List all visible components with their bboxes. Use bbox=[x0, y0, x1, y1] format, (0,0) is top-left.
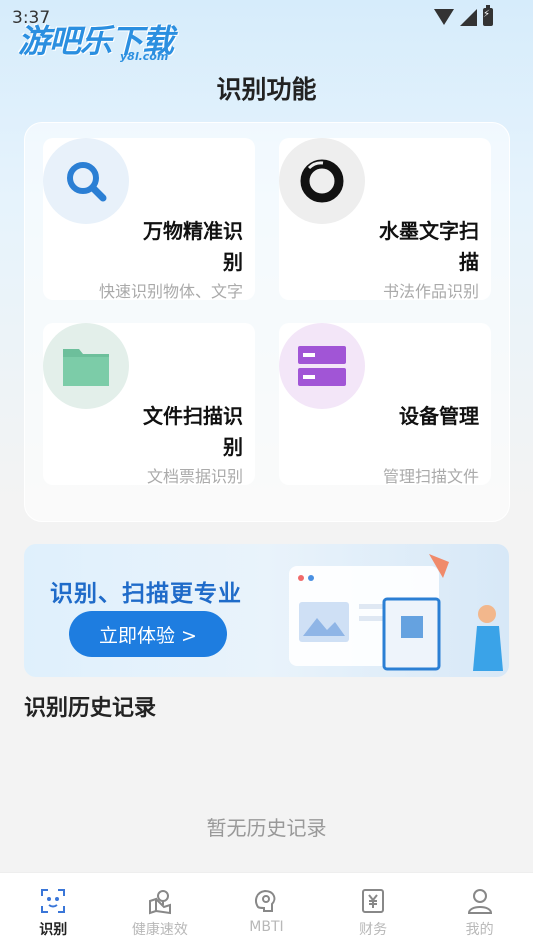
watermark-logo-domain: y8l.com bbox=[120, 50, 169, 63]
location-pin-icon bbox=[146, 887, 174, 915]
nav-label: 健康速效 bbox=[131, 922, 188, 938]
nav-item-health[interactable]: 健康速效 bbox=[107, 873, 214, 948]
feature-card-title: 设备管理 bbox=[399, 404, 479, 428]
feature-card-title: 文件扫描识别 bbox=[143, 404, 243, 459]
bottom-nav: 识别 健康速效 MBTI 财务 我的 bbox=[0, 872, 533, 948]
feature-card-object-recognition[interactable]: 万物精准识别 快速识别物体、文字 bbox=[43, 138, 255, 300]
folder-icon bbox=[43, 323, 129, 409]
person-icon bbox=[466, 887, 494, 915]
scan-face-icon bbox=[39, 887, 67, 915]
brain-icon bbox=[252, 887, 280, 915]
feature-card-device-management[interactable]: 设备管理 管理扫描文件 bbox=[279, 323, 491, 485]
search-icon bbox=[43, 138, 129, 224]
try-now-button[interactable]: 立即体验 > bbox=[69, 611, 227, 657]
feature-card-title: 万物精准识别 bbox=[143, 219, 243, 274]
banner-headline: 识别、扫描更专业 bbox=[50, 581, 242, 607]
nav-label: 识别 bbox=[39, 922, 68, 938]
ink-circle-icon bbox=[279, 138, 365, 224]
nav-item-recognize[interactable]: 识别 bbox=[0, 873, 107, 948]
history-empty-message: 暂无历史记录 bbox=[206, 816, 327, 840]
wifi-icon bbox=[434, 9, 454, 25]
feature-card-document-scan[interactable]: 文件扫描识别 文档票据识别 bbox=[43, 323, 255, 485]
feature-card-title: 水墨文字扫描 bbox=[379, 219, 479, 274]
banner-illustration bbox=[289, 554, 503, 671]
nav-item-mbti[interactable]: MBTI bbox=[213, 873, 320, 948]
feature-card-subtitle: 书法作品识别 bbox=[382, 282, 479, 300]
status-icons bbox=[434, 5, 493, 26]
feature-card-subtitle: 管理扫描文件 bbox=[382, 467, 479, 485]
feature-card-subtitle: 文档票据识别 bbox=[146, 467, 243, 485]
battery-icon bbox=[483, 5, 493, 26]
nav-label: MBTI bbox=[249, 919, 284, 935]
yen-receipt-icon bbox=[359, 887, 387, 915]
nav-item-finance[interactable]: 财务 bbox=[320, 873, 427, 948]
device-list-icon bbox=[279, 323, 365, 409]
feature-card-ink-scan[interactable]: 水墨文字扫描 书法作品识别 bbox=[279, 138, 491, 300]
page-title: 识别功能 bbox=[216, 75, 317, 104]
nav-item-profile[interactable]: 我的 bbox=[426, 873, 533, 948]
feature-card-subtitle: 快速识别物体、文字 bbox=[98, 282, 243, 300]
nav-label: 我的 bbox=[465, 922, 494, 938]
signal-icon bbox=[460, 8, 477, 26]
watermark-logo: 游吧乐下载 y8l.com bbox=[18, 16, 174, 63]
feature-panel: 万物精准识别 快速识别物体、文字 水墨文字扫描 书法作品识别 文件扫描识别 文档… bbox=[24, 122, 510, 522]
history-section-title: 识别历史记录 bbox=[24, 696, 157, 721]
nav-label: 财务 bbox=[359, 922, 388, 938]
promo-banner[interactable]: 识别、扫描更专业 立即体验 > bbox=[24, 544, 509, 677]
